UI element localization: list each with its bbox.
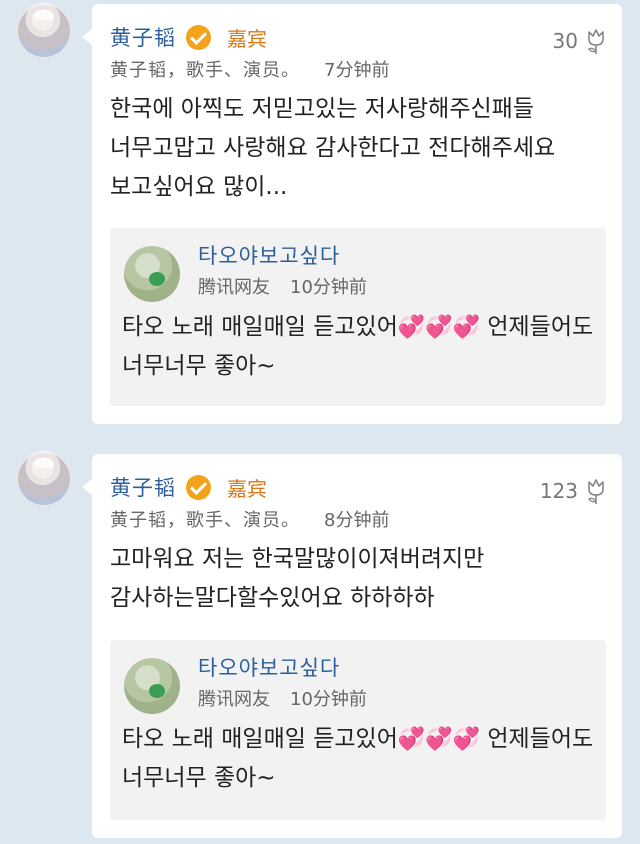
quoted-text-part-1: 타오 노래 매일매일 듣고있어 bbox=[122, 314, 398, 340]
author-row: 黄子韬 嘉宾 bbox=[110, 22, 267, 52]
like-count: 123 bbox=[539, 479, 578, 503]
author-description: 黄子韬，歌手、演员。 bbox=[110, 510, 300, 531]
quoted-author-name[interactable]: 타오야보고싶다 bbox=[198, 652, 340, 682]
guest-badge: 嘉宾 bbox=[227, 476, 267, 501]
quoted-author-avatar[interactable] bbox=[124, 246, 180, 302]
guest-badge: 嘉宾 bbox=[227, 26, 267, 51]
author-name[interactable]: 黄子韬 bbox=[110, 472, 176, 502]
quoted-comment[interactable]: 타오야보고싶다 腾讯网友 10分钟前 타오 노래 매일매일 듣고있어💞💞💞 언제… bbox=[110, 640, 606, 820]
quoted-text-part-1: 타오 노래 매일매일 듣고있어 bbox=[122, 726, 398, 752]
like-count: 30 bbox=[552, 29, 578, 53]
like-button[interactable]: 123 bbox=[540, 476, 608, 506]
flower-like-icon bbox=[587, 479, 604, 504]
author-avatar[interactable] bbox=[16, 3, 72, 59]
quoted-source: 腾讯网友 bbox=[198, 277, 270, 298]
author-meta: 黄子韬，歌手、演员。 8分钟前 bbox=[110, 506, 389, 532]
quoted-author-avatar[interactable] bbox=[124, 658, 180, 714]
comment-time: 8分钟前 bbox=[324, 510, 390, 531]
verified-check-icon bbox=[186, 474, 211, 500]
comment-text: 고마워요 저는 한국말많이이져버려지만 감사하는말다할수있어요 하하하하 bbox=[110, 546, 485, 611]
comment-text: 한국에 아찍도 저믿고있는 저사랑해주신패들 너무고맙고 사랑해요 감사한다고 … bbox=[110, 96, 556, 200]
heart-emoji-icon: 💞💞💞 bbox=[397, 727, 481, 752]
author-name[interactable]: 黄子韬 bbox=[110, 22, 176, 52]
author-description: 黄子韬，歌手、演员。 bbox=[110, 60, 300, 81]
quoted-text: 타오 노래 매일매일 듣고있어💞💞💞 언제들어도 너무너무 좋아~ bbox=[122, 720, 594, 798]
quoted-time: 10分钟前 bbox=[290, 277, 367, 298]
author-row: 黄子韬 嘉宾 bbox=[110, 472, 267, 502]
quoted-source: 腾讯网友 bbox=[198, 689, 270, 710]
author-meta: 黄子韬，歌手、演员。 7分钟前 bbox=[110, 56, 389, 82]
quoted-meta: 腾讯网友 10分钟前 bbox=[198, 685, 367, 711]
quoted-author-name[interactable]: 타오야보고싶다 bbox=[198, 240, 340, 270]
comment-card: 黄子韬 嘉宾 黄子韬，歌手、演员。 8分钟前 123 고마워요 저는 한국말많이… bbox=[82, 454, 622, 838]
comment-1: 黄子韬 嘉宾 黄子韬，歌手、演员。 7分钟前 30 한국에 아찍도 저믿고있는 … bbox=[0, 0, 640, 440]
quoted-text: 타오 노래 매일매일 듣고있어💞💞💞 언제들어도 너무너무 좋아~ bbox=[122, 308, 594, 386]
quoted-comment[interactable]: 타오야보고싶다 腾讯网友 10分钟前 타오 노래 매일매일 듣고있어💞💞💞 언제… bbox=[110, 228, 606, 406]
quoted-meta: 腾讯网友 10分钟前 bbox=[198, 273, 367, 299]
comment-time: 7分钟前 bbox=[324, 60, 390, 81]
like-button[interactable]: 30 bbox=[553, 26, 608, 56]
heart-emoji-icon: 💞💞💞 bbox=[397, 315, 481, 340]
author-avatar[interactable] bbox=[16, 451, 72, 507]
comment-2: 黄子韬 嘉宾 黄子韬，歌手、演员。 8分钟前 123 고마워요 저는 한국말많이… bbox=[0, 448, 640, 844]
quoted-time: 10分钟前 bbox=[290, 689, 367, 710]
flower-like-icon bbox=[587, 29, 604, 54]
verified-check-icon bbox=[186, 24, 211, 50]
comment-card: 黄子韬 嘉宾 黄子韬，歌手、演员。 7分钟前 30 한국에 아찍도 저믿고있는 … bbox=[82, 4, 622, 424]
